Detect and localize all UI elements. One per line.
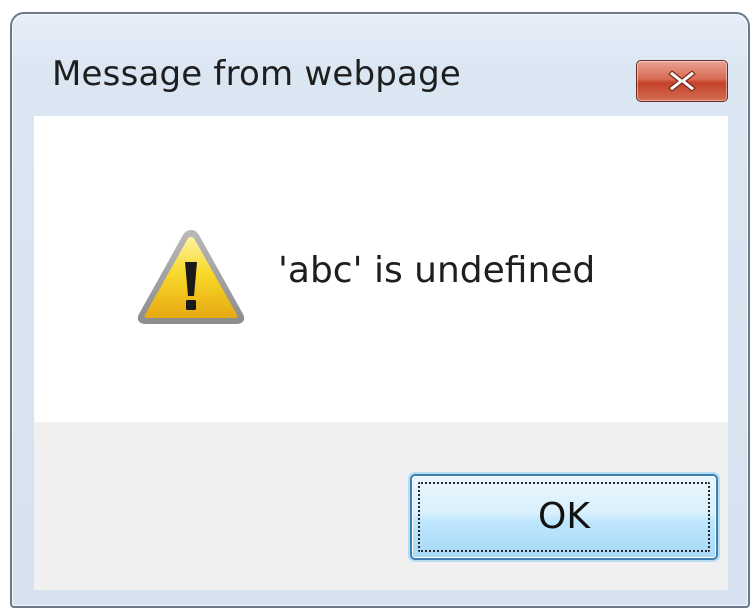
- ok-button-label: OK: [538, 496, 590, 537]
- close-button[interactable]: [636, 60, 728, 102]
- message-dialog: Message from webpage 'abc' is undefined …: [10, 12, 750, 608]
- warning-icon: [137, 230, 245, 324]
- close-icon: [668, 70, 696, 92]
- dialog-message: 'abc' is undefined: [278, 250, 596, 291]
- dialog-footer: OK: [34, 422, 728, 590]
- dialog-content: 'abc' is undefined: [34, 116, 728, 422]
- screen: Message from webpage 'abc' is undefined …: [0, 0, 752, 610]
- ok-button[interactable]: OK: [410, 474, 718, 560]
- dialog-titlebar[interactable]: Message from webpage: [12, 14, 748, 114]
- dialog-title: Message from webpage: [52, 54, 461, 94]
